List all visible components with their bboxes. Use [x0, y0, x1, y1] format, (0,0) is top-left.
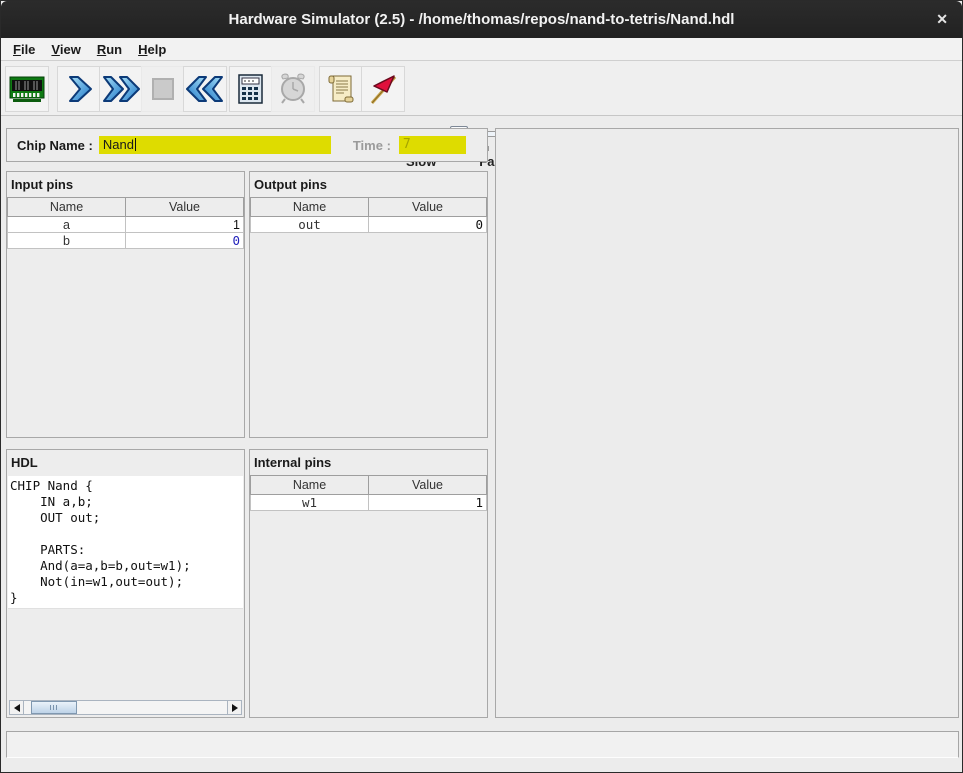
- column-header-value[interactable]: Value: [126, 198, 244, 217]
- reset-button[interactable]: [183, 66, 227, 112]
- close-icon[interactable]: ✕: [936, 1, 948, 38]
- calculator-icon: [236, 72, 266, 106]
- evaluate-button[interactable]: [229, 66, 273, 112]
- hdl-panel: HDL CHIP Nand { IN a,b; OUT out; PARTS: …: [6, 449, 245, 718]
- chip-name-input[interactable]: Nand: [99, 136, 331, 154]
- flag-icon: [367, 73, 399, 105]
- table-row[interactable]: w1 1: [251, 495, 487, 511]
- internal-pins-panel: Internal pins Name Value w1 1: [249, 449, 488, 718]
- triangle-left-icon: [14, 704, 20, 712]
- hdl-code[interactable]: CHIP Nand { IN a,b; OUT out; PARTS: And(…: [8, 476, 243, 609]
- clock-button[interactable]: [271, 66, 315, 112]
- pin-name-cell[interactable]: a: [8, 217, 126, 233]
- pin-name-cell[interactable]: b: [8, 233, 126, 249]
- load-chip-button[interactable]: [5, 66, 49, 112]
- output-pins-panel: Output pins Name Value out 0: [249, 171, 488, 438]
- column-header-name[interactable]: Name: [8, 198, 126, 217]
- output-pins-title: Output pins: [250, 172, 487, 197]
- time-label: Time :: [353, 138, 391, 153]
- fast-forward-icon: [102, 73, 140, 105]
- hdl-horizontal-scrollbar[interactable]: [9, 700, 242, 715]
- triangle-right-icon: [232, 704, 238, 712]
- pin-value-cell[interactable]: 1: [369, 495, 487, 511]
- pin-value-cell-editing[interactable]: 0: [126, 233, 244, 249]
- chip-display-area: [495, 128, 959, 718]
- pin-value-cell[interactable]: 0: [369, 217, 487, 233]
- alarm-clock-icon: [277, 72, 309, 106]
- input-pins-title: Input pins: [7, 172, 244, 197]
- hdl-code-view[interactable]: CHIP Nand { IN a,b; OUT out; PARTS: And(…: [8, 476, 243, 716]
- pin-name-cell[interactable]: w1: [251, 495, 369, 511]
- menu-run[interactable]: Run: [89, 40, 130, 59]
- single-step-button[interactable]: [57, 66, 101, 112]
- column-header-value[interactable]: Value: [369, 198, 487, 217]
- table-row[interactable]: a 1: [8, 217, 244, 233]
- menu-file[interactable]: File: [5, 40, 43, 59]
- scrollbar-grip: [50, 705, 58, 710]
- table-row[interactable]: out 0: [251, 217, 487, 233]
- status-bar: [6, 731, 959, 758]
- text-caret: [135, 138, 136, 151]
- stop-square-icon: [148, 74, 178, 104]
- scroll-right-button[interactable]: [227, 700, 242, 715]
- run-button[interactable]: [99, 66, 143, 112]
- pin-name-cell[interactable]: out: [251, 217, 369, 233]
- chip-name-bar: Chip Name : Nand Time : 7: [6, 128, 488, 162]
- toolbar: Slow Fast Animate: Program flow Format: …: [1, 61, 962, 116]
- title-bar: Hardware Simulator (2.5) - /home/thomas/…: [1, 1, 962, 38]
- time-field: 7: [399, 136, 466, 154]
- scroll-left-button[interactable]: [9, 700, 24, 715]
- menu-view[interactable]: View: [43, 40, 88, 59]
- column-header-name[interactable]: Name: [251, 476, 369, 495]
- breakpoints-button[interactable]: [361, 66, 405, 112]
- internal-pins-table: Name Value w1 1: [250, 475, 487, 511]
- hardware-simulator-window: Hardware Simulator (2.5) - /home/thomas/…: [0, 0, 963, 773]
- view-script-button[interactable]: [319, 66, 363, 112]
- rewind-icon: [186, 73, 224, 105]
- column-header-value[interactable]: Value: [369, 476, 487, 495]
- menu-bar: File View Run Help: [1, 38, 962, 61]
- menu-help[interactable]: Help: [130, 40, 174, 59]
- input-pins-table: Name Value a 1 b 0: [7, 197, 244, 249]
- step-forward-icon: [63, 73, 95, 105]
- pin-value-cell[interactable]: 1: [126, 217, 244, 233]
- input-pins-panel: Input pins Name Value a 1 b 0: [6, 171, 245, 438]
- memory-chip-icon: [9, 74, 45, 104]
- stop-button[interactable]: [141, 66, 185, 112]
- output-pins-table: Name Value out 0: [250, 197, 487, 233]
- column-header-name[interactable]: Name: [251, 198, 369, 217]
- chip-name-label: Chip Name :: [17, 138, 93, 153]
- hdl-title: HDL: [7, 450, 244, 475]
- scrollbar-thumb[interactable]: [31, 701, 77, 714]
- table-row[interactable]: b 0: [8, 233, 244, 249]
- window-title: Hardware Simulator (2.5) - /home/thomas/…: [229, 11, 735, 28]
- scrollbar-track[interactable]: [24, 700, 227, 715]
- scroll-icon: [326, 73, 356, 105]
- internal-pins-title: Internal pins: [250, 450, 487, 475]
